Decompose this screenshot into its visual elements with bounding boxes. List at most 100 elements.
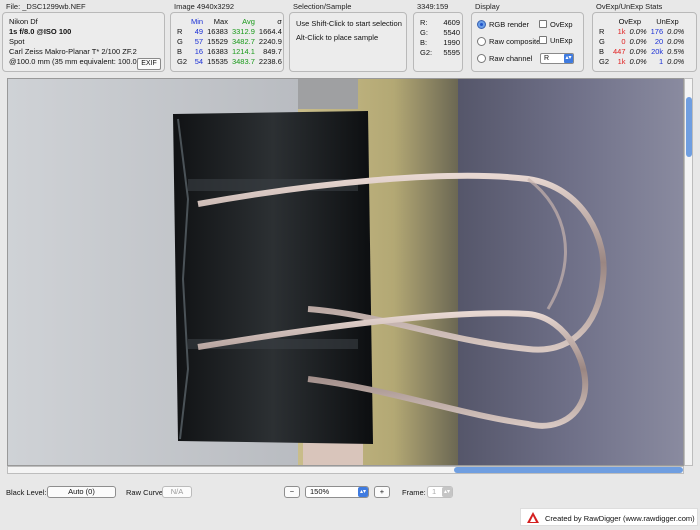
vertical-scroll-thumb[interactable]: [686, 97, 692, 157]
raw-curve-button[interactable]: N/A: [162, 486, 192, 498]
ov-count: 447: [613, 47, 626, 56]
rgb-render-radio[interactable]: [477, 20, 486, 29]
camera-model: Nikon Df: [9, 17, 38, 26]
stats-sd: 849.7: [263, 47, 282, 56]
raw-channel-select[interactable]: R ▴▾: [540, 53, 574, 64]
frame-value: 1: [432, 487, 437, 496]
rawdigger-logo-icon: [527, 512, 539, 523]
ov-row: G2 1k 0.0% 1 0.0%: [597, 57, 686, 67]
stats-header-sd: σ: [277, 17, 282, 26]
horizontal-scrollbar[interactable]: [7, 466, 684, 474]
unexp-checkbox[interactable]: [539, 36, 547, 44]
stats-channel: B: [177, 47, 183, 56]
selection-hint-shift: Use Shift-Click to start selection: [296, 19, 402, 28]
ov-channel: B: [599, 47, 605, 56]
un-percent: 0.5%: [667, 47, 685, 56]
stats-channel: G: [177, 37, 183, 46]
stats-row: R 49 16383 3312.9 1664.4: [175, 27, 284, 37]
sample-values-panel: R: 4609 G: 5540 B: 1990 G2: 5595: [413, 12, 463, 72]
selection-panel: Use Shift-Click to start selection Alt-C…: [289, 12, 407, 72]
sample-key: B:: [420, 38, 428, 47]
sample-value-row: R: 4609: [420, 18, 460, 27]
sample-key: G:: [420, 28, 428, 37]
chevron-updown-icon: ▴▾: [442, 487, 452, 497]
ov-channel: R: [599, 27, 605, 36]
vertical-scrollbar[interactable]: [684, 78, 693, 466]
ov-percent: 0.0%: [629, 57, 647, 66]
image-viewport[interactable]: [7, 78, 684, 466]
zoom-select[interactable]: 150% ▴▾: [305, 486, 369, 498]
un-count: 20: [654, 37, 664, 46]
raw-channel-value: R: [544, 55, 550, 62]
rgb-render-label[interactable]: RGB render: [489, 20, 529, 29]
horizontal-scroll-thumb[interactable]: [454, 467, 683, 473]
sample-key: G2:: [420, 48, 433, 57]
stats-avg: 3312.9: [231, 27, 255, 36]
stats-header-max: Max: [213, 17, 228, 26]
file-panel: Nikon Df 1s f/8.0 @ISO 100 Spot Carl Zei…: [2, 12, 165, 72]
stats-header-row: Min Max Avg σ: [175, 17, 284, 27]
stats-max: 16383: [207, 47, 228, 56]
sample-value-row: G: 5540: [420, 28, 460, 37]
raw-composite-label[interactable]: Raw composite: [489, 37, 540, 46]
ovexp-stats-table: OvExp UnExp R 1k 0.0% 176 0.0% G 0 0.0% …: [597, 17, 686, 67]
sample-value: 5595: [443, 48, 460, 57]
black-level-label: Black Level:: [6, 488, 47, 497]
stats-header-avg: Avg: [242, 17, 255, 26]
un-percent: 0.0%: [667, 37, 685, 46]
raw-channel-radio[interactable]: [477, 54, 486, 63]
frame-select[interactable]: 1 ▴▾: [427, 486, 453, 498]
ov-row: R 1k 0.0% 176 0.0%: [597, 27, 686, 37]
raw-composite-radio[interactable]: [477, 37, 486, 46]
stats-row: G 57 15529 3482.7 2240.9: [175, 37, 284, 47]
focal-length: @100.0 mm (35 mm equivalent: 100.0: [9, 57, 137, 66]
sample-value-row: B: 1990: [420, 38, 460, 47]
stats-channel: G2: [177, 57, 188, 66]
stats-sd: 2240.9: [258, 37, 282, 46]
frame-label: Frame:: [402, 488, 426, 497]
stats-max: 16383: [207, 27, 228, 36]
ovexp-stats-panel: OvExp UnExp R 1k 0.0% 176 0.0% G 0 0.0% …: [592, 12, 697, 72]
ov-header-ovexp: OvExp: [618, 17, 642, 26]
metering-mode: Spot: [9, 37, 25, 46]
file-title: File: _DSC1299wb.NEF: [6, 2, 86, 11]
stats-max: 15535: [207, 57, 228, 66]
sample-value: 1990: [443, 38, 460, 47]
ov-count: 0: [621, 37, 626, 46]
sample-key: R:: [420, 18, 428, 27]
stats-min: 54: [194, 57, 204, 66]
stats-sd: 1664.4: [258, 27, 282, 36]
sample-value-row: G2: 5595: [420, 48, 460, 57]
ovexp-stats-group: OvExp/UnExp Stats OvExp UnExp R 1k 0.0% …: [592, 2, 697, 72]
ovexp-label[interactable]: OvExp: [550, 20, 573, 29]
unexp-label[interactable]: UnExp: [550, 36, 573, 45]
selection-hint-alt: Alt-Click to place sample: [296, 33, 379, 42]
file-group: File: _DSC1299wb.NEF Nikon Df 1s f/8.0 @…: [2, 2, 165, 72]
exif-button[interactable]: EXIF: [137, 58, 161, 70]
sample-value: 4609: [443, 18, 460, 27]
ovexp-checkbox[interactable]: [539, 20, 547, 28]
stats-avg: 3483.7: [231, 57, 255, 66]
stats-row: B 16 16383 1214.1 849.7: [175, 47, 284, 57]
zoom-in-button[interactable]: +: [374, 486, 390, 498]
footer-credit: Created by RawDigger (www.rawdigger.com): [520, 508, 698, 526]
stats-max: 15529: [207, 37, 228, 46]
zoom-value: 150%: [310, 487, 330, 496]
zoom-out-button[interactable]: −: [284, 486, 300, 498]
ovexp-stats-title: OvExp/UnExp Stats: [596, 2, 663, 11]
un-count: 20k: [651, 47, 664, 56]
un-percent: 0.0%: [667, 57, 685, 66]
ov-header-blank: [597, 17, 611, 27]
ov-count: 1k: [617, 27, 626, 36]
ov-header-unexp: UnExp: [656, 17, 679, 26]
selection-group: Selection/Sample Use Shift-Click to star…: [289, 2, 407, 72]
image-title: Image 4940x3292: [174, 2, 235, 11]
stats-sd: 2238.6: [258, 57, 282, 66]
stats-avg: 3482.7: [231, 37, 255, 46]
raw-channel-label[interactable]: Raw channel: [489, 54, 532, 63]
image-stats-table: Min Max Avg σ R 49 16383 3312.9 1664.4 G…: [175, 17, 284, 67]
exposure-info: 1s f/8.0 @ISO 100: [9, 27, 72, 36]
ov-row: G 0 0.0% 20 0.0%: [597, 37, 686, 47]
photo-binder-clip: [8, 79, 683, 465]
black-level-button[interactable]: Auto (0): [47, 486, 116, 498]
